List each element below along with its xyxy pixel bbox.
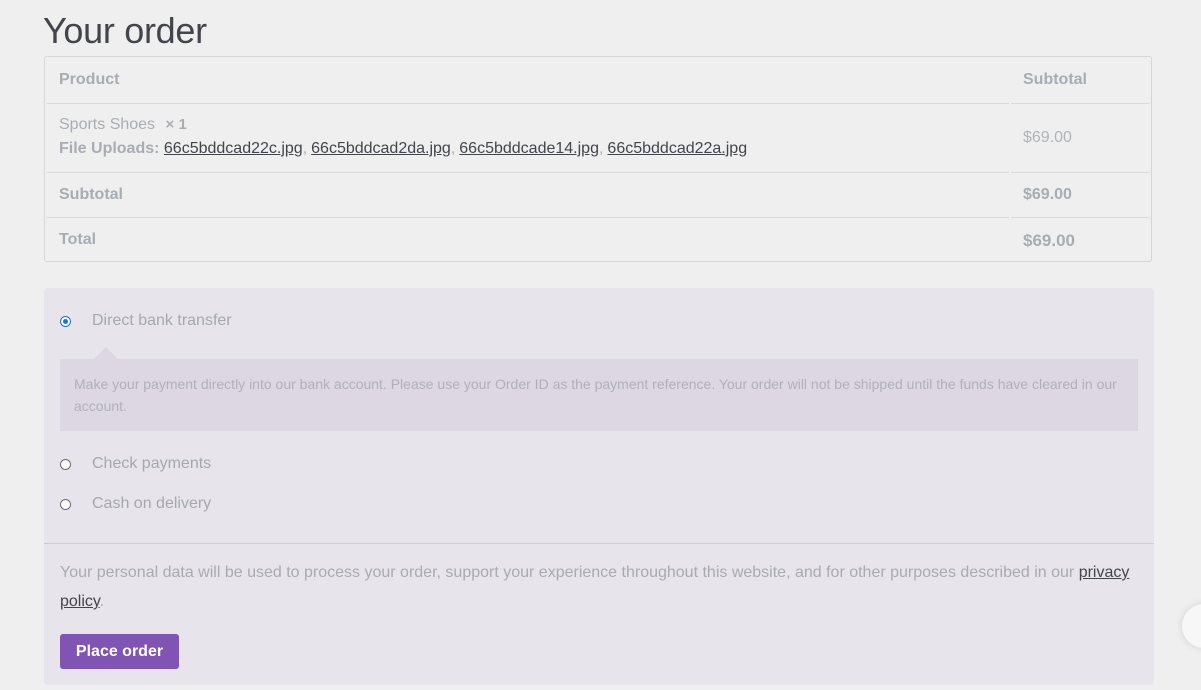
table-row: Sports Shoes × 1 File Uploads: 66c5bddca… — [47, 104, 1149, 173]
payment-method-cod[interactable]: Cash on delivery — [60, 495, 211, 513]
check-payments-radio[interactable] — [60, 458, 71, 470]
place-order-button[interactable]: Place order — [60, 634, 179, 669]
floating-chat-button[interactable] — [1182, 604, 1201, 648]
payment-method-check[interactable]: Check payments — [60, 455, 211, 473]
file-link-3[interactable]: 66c5bddcade14.jpg — [459, 140, 599, 157]
file-link-4[interactable]: 66c5bddcad22a.jpg — [607, 140, 747, 157]
subtotal-value: $69.00 — [1023, 186, 1072, 203]
item-details: Sports Shoes × 1 — [59, 116, 187, 134]
payment-method-label[interactable]: Direct bank transfer — [92, 312, 232, 330]
file-uploads-label: File Uploads: — [59, 140, 160, 157]
total-row: Total $69.00 — [47, 218, 1149, 263]
payment-method-bank-transfer[interactable]: Direct bank transfer — [60, 312, 232, 330]
description-pointer — [94, 347, 118, 359]
bank-transfer-radio[interactable] — [60, 315, 71, 327]
file-uploads: File Uploads: 66c5bddcad22c.jpg, 66c5bddc… — [59, 140, 748, 157]
subtotal-row: Subtotal $69.00 — [47, 173, 1149, 218]
payment-method-label[interactable]: Cash on delivery — [92, 495, 211, 513]
product-quantity: × 1 — [165, 116, 187, 133]
divider — [44, 543, 1154, 544]
page-title: Your order — [43, 10, 207, 51]
product-name: Sports Shoes — [59, 116, 156, 133]
privacy-suffix: . — [99, 593, 105, 610]
payment-method-description: Make your payment directly into our bank… — [60, 359, 1138, 431]
payment-section: Direct bank transfer Make your payment d… — [44, 288, 1154, 685]
cash-on-delivery-radio[interactable] — [60, 498, 71, 510]
subtotal-column-header: Subtotal — [1023, 71, 1087, 88]
subtotal-label: Subtotal — [59, 186, 123, 203]
order-review-table: Product Subtotal Sports Shoes × 1 File U… — [44, 56, 1152, 262]
item-price: $69.00 — [1023, 129, 1072, 146]
file-link-1[interactable]: 66c5bddcad22c.jpg — [164, 140, 303, 157]
total-label: Total — [59, 231, 97, 248]
product-column-header: Product — [59, 71, 120, 88]
table-header-row: Product Subtotal — [47, 57, 1149, 104]
privacy-notice: Your personal data will be used to proce… — [60, 558, 1130, 616]
total-value: $69.00 — [1023, 231, 1075, 250]
file-link-2[interactable]: 66c5bddcad2da.jpg — [311, 140, 451, 157]
payment-method-label[interactable]: Check payments — [92, 455, 211, 473]
privacy-text: Your personal data will be used to proce… — [60, 564, 1075, 581]
